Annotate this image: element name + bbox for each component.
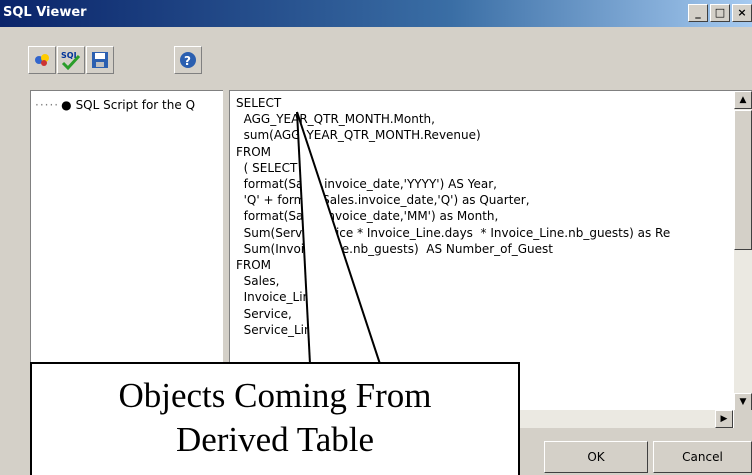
callout-annotation: Objects Coming From Derived Table (30, 362, 520, 475)
callout-line-1: Objects Coming From (118, 376, 432, 415)
callout-line-2: Derived Table (175, 420, 375, 459)
